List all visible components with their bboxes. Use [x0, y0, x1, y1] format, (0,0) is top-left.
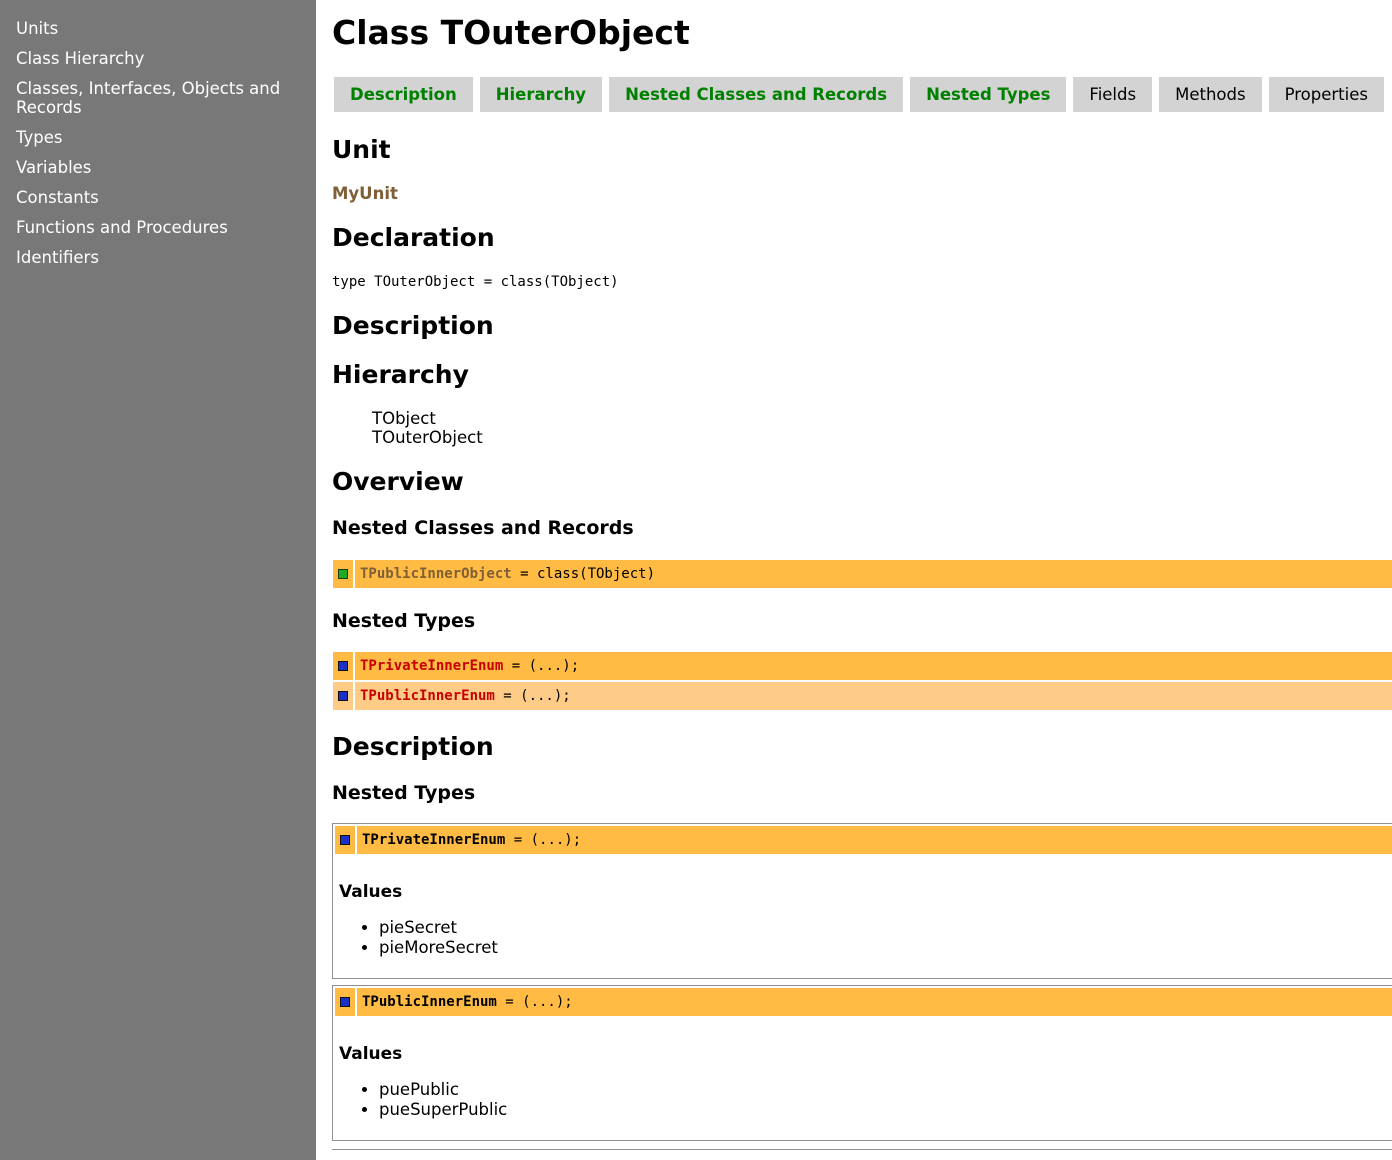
values-list: puePublic pueSuperPublic	[333, 1080, 507, 1120]
nested-type-link-public[interactable]: TPublicInnerEnum	[360, 688, 495, 704]
list-item: puePublic	[379, 1080, 507, 1100]
unit-heading: Unit	[332, 135, 391, 164]
tab-nested-classes-and-records[interactable]: Nested Classes and Records	[609, 77, 904, 112]
private-blue-square-icon	[335, 826, 357, 854]
nested-type-row: TPublicInnerEnum = (...);	[333, 682, 1392, 710]
list-item: pieMoreSecret	[379, 938, 498, 958]
details-nested-types-heading: Nested Types	[332, 782, 476, 804]
sidebar-item-units[interactable]: Units	[0, 19, 316, 38]
sidebar-item-variables[interactable]: Variables	[0, 158, 316, 177]
tab-hierarchy[interactable]: Hierarchy	[479, 77, 603, 112]
list-item: pieSecret	[379, 918, 498, 938]
type-detail-name: TPrivateInnerEnum	[362, 832, 506, 848]
values-heading: Values	[339, 1044, 403, 1064]
list-item: pueSuperPublic	[379, 1100, 507, 1120]
nested-type-row: TPrivateInnerEnum = (...);	[333, 652, 1392, 680]
values-list: pieSecret pieMoreSecret	[333, 918, 498, 958]
nested-classes-heading: Nested Classes and Records	[332, 517, 634, 539]
nested-type-link-private[interactable]: TPrivateInnerEnum	[360, 658, 503, 674]
public-blue-square-icon	[335, 988, 357, 1016]
sidebar-item-identifiers[interactable]: Identifiers	[0, 248, 316, 267]
details-description-heading: Description	[332, 732, 494, 761]
tab-nested-types[interactable]: Nested Types	[910, 77, 1067, 112]
type-detail-public-enum: TPublicInnerEnum = (...); Values puePubl…	[332, 985, 1392, 1141]
section-tabs: Description Hierarchy Nested Classes and…	[334, 77, 1391, 112]
hierarchy-list: TObject TOuterObject	[372, 409, 483, 447]
nested-class-row: TPublicInnerObject = class(TObject)	[333, 560, 1392, 588]
public-blue-square-icon	[333, 682, 355, 710]
sidebar-item-types[interactable]: Types	[0, 128, 316, 147]
hierarchy-heading: Hierarchy	[332, 360, 469, 389]
nested-type-declaration: = (...);	[494, 688, 571, 704]
sidebar-item-class-hierarchy[interactable]: Class Hierarchy	[0, 49, 316, 68]
type-detail-header: TPrivateInnerEnum = (...);	[335, 826, 1392, 854]
divider	[332, 1149, 1392, 1150]
hierarchy-item-touterobject: TOuterObject	[372, 428, 483, 447]
type-detail-declaration: = (...);	[505, 832, 582, 848]
tab-properties: Properties	[1268, 77, 1384, 112]
tab-fields: Fields	[1073, 77, 1153, 112]
nested-class-declaration: = class(TObject)	[511, 566, 656, 582]
sidebar-item-classes-interfaces-objects-records[interactable]: Classes, Interfaces, Objects and Records	[0, 79, 316, 117]
private-blue-square-icon	[333, 652, 355, 680]
page-title: Class TOuterObject	[332, 13, 690, 52]
declaration-heading: Declaration	[332, 223, 495, 252]
description-heading: Description	[332, 311, 494, 340]
overview-heading: Overview	[332, 467, 464, 496]
hierarchy-item-tobject: TObject	[372, 409, 436, 428]
tab-description[interactable]: Description	[334, 77, 473, 112]
nested-class-link[interactable]: TPublicInnerObject	[360, 566, 512, 582]
sidebar-item-constants[interactable]: Constants	[0, 188, 316, 207]
sidebar-navigation: Units Class Hierarchy Classes, Interface…	[0, 0, 316, 1160]
type-detail-header: TPublicInnerEnum = (...);	[335, 988, 1392, 1016]
type-detail-declaration: = (...);	[496, 994, 573, 1010]
main-content: Class TOuterObject Description Hierarchy…	[332, 0, 1392, 1160]
tab-methods: Methods	[1159, 77, 1262, 112]
public-green-square-icon	[333, 560, 355, 588]
type-detail-name: TPublicInnerEnum	[362, 994, 497, 1010]
nested-types-heading: Nested Types	[332, 610, 476, 632]
type-detail-private-enum: TPrivateInnerEnum = (...); Values pieSec…	[332, 823, 1392, 979]
declaration-code: type TOuterObject = class(TObject)	[332, 274, 619, 290]
nested-type-declaration: = (...);	[503, 658, 580, 674]
values-heading: Values	[339, 882, 403, 902]
sidebar-item-functions-and-procedures[interactable]: Functions and Procedures	[0, 218, 316, 237]
unit-link[interactable]: MyUnit	[332, 184, 398, 203]
